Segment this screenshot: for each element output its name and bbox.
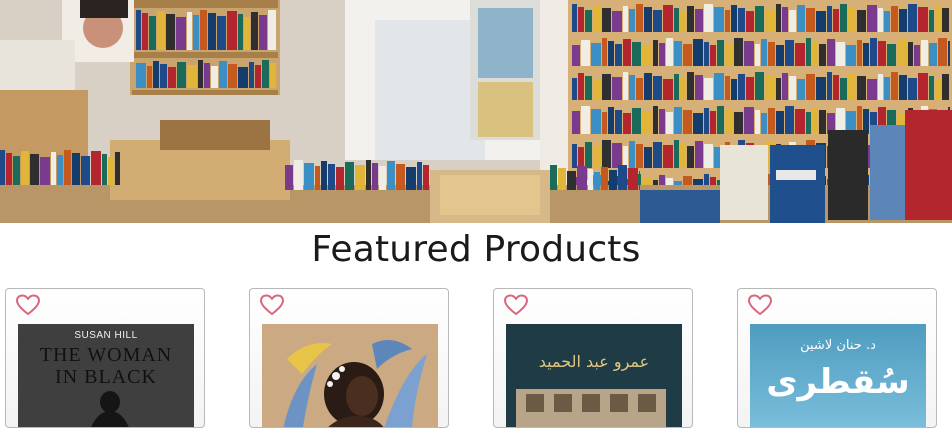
product-cover-image[interactable]: د. حنان لاشين سُقطرى <box>750 324 926 427</box>
bookstore-photo <box>0 0 952 223</box>
hero-banner <box>0 0 952 223</box>
heart-outline-icon[interactable] <box>15 294 41 316</box>
product-cover-image[interactable]: عمرو عبد الحميد <box>506 324 682 427</box>
product-card[interactable]: SUSAN HILL THE WOMAN IN BLACK <box>5 288 205 428</box>
heart-outline-icon[interactable] <box>503 294 529 316</box>
product-card[interactable]: عمرو عبد الحميد <box>493 288 693 428</box>
heart-outline-icon[interactable] <box>259 294 285 316</box>
cover-title: سُقطرى <box>766 362 910 402</box>
section-title: Featured Products <box>311 229 641 270</box>
heart-outline-icon[interactable] <box>747 294 773 316</box>
product-card[interactable] <box>249 288 449 428</box>
cover-illustration <box>262 324 438 427</box>
product-cover-image[interactable]: SUSAN HILL THE WOMAN IN BLACK <box>18 324 194 427</box>
product-cover-image[interactable] <box>262 324 438 427</box>
cover-author: د. حنان لاشين <box>800 338 876 353</box>
featured-products-grid: SUSAN HILL THE WOMAN IN BLACK عمرو عبد ا… <box>0 284 952 428</box>
cover-figure <box>91 391 129 427</box>
product-card[interactable]: د. حنان لاشين سُقطرى <box>737 288 937 428</box>
cover-illustration <box>506 324 682 427</box>
cover-author: عمرو عبد الحميد <box>538 352 650 371</box>
